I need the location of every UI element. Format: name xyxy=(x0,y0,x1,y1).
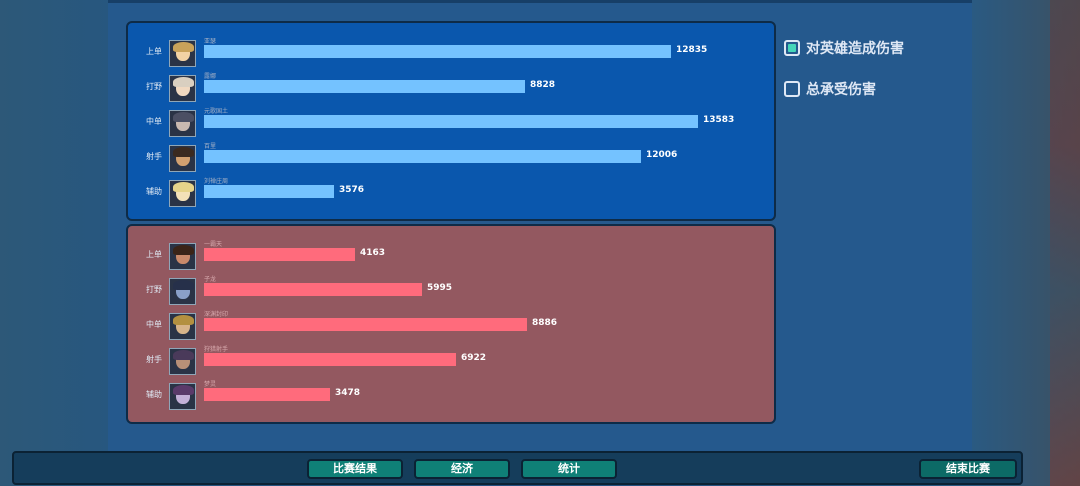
blue-team-panel: 上单 亚瑟 12835 打野 露娜 8828 中单 元歌国土 13583 射手 百里 12006 辅助 刘… xyxy=(126,21,776,221)
role-label: 打野 xyxy=(146,82,162,91)
hero-name: 露娜 xyxy=(204,73,217,80)
red-team-panel: 上单 一霸天 4163 打野 子龙 5995 中单 深渊封印 8886 射手 狩猎射手 6922 辅助 梦… xyxy=(126,224,776,424)
damage-value: 8886 xyxy=(532,318,558,328)
hero-damage-label: 对英雄造成伤害 xyxy=(806,41,904,57)
damage-bar xyxy=(204,80,525,93)
role-label: 射手 xyxy=(146,355,162,364)
hero-name: 百里 xyxy=(204,143,217,150)
hero-avatar-icon xyxy=(169,383,196,410)
hero-avatar-icon xyxy=(169,145,196,172)
hero-avatar-icon xyxy=(169,75,196,102)
hero-avatar-icon xyxy=(169,110,196,137)
damage-taken-toggle[interactable]: 总承受伤害 xyxy=(784,79,876,99)
blue-player-row: 打野 露娜 8828 xyxy=(128,73,774,105)
bottom-action-bar: 比赛结果 经济 统计 结束比赛 xyxy=(12,451,1023,485)
damage-bar xyxy=(204,318,527,331)
damage-bar xyxy=(204,283,422,296)
damage-value: 4163 xyxy=(360,248,386,258)
stats-button[interactable]: 统计 xyxy=(521,459,617,479)
role-label: 打野 xyxy=(146,285,162,294)
damage-value: 13583 xyxy=(703,115,735,125)
hero-avatar-icon xyxy=(169,348,196,375)
hero-name: 狩猎射手 xyxy=(204,346,229,353)
checkbox-checked-icon[interactable] xyxy=(784,40,800,56)
role-label: 上单 xyxy=(146,250,162,259)
role-label: 中单 xyxy=(146,117,162,126)
damage-bar xyxy=(204,353,456,366)
checkbox-empty-icon[interactable] xyxy=(784,81,800,97)
red-player-row: 打野 子龙 5995 xyxy=(128,276,774,308)
hero-name: 亚瑟 xyxy=(204,38,217,45)
damage-bar xyxy=(204,115,698,128)
damage-bar xyxy=(204,388,330,401)
hero-damage-toggle[interactable]: 对英雄造成伤害 xyxy=(784,38,904,58)
hero-avatar-icon xyxy=(169,40,196,67)
blue-player-row: 中单 元歌国土 13583 xyxy=(128,108,774,140)
damage-value: 12835 xyxy=(676,45,708,55)
blue-player-row: 上单 亚瑟 12835 xyxy=(128,38,774,70)
red-player-row: 辅助 梦灵 3478 xyxy=(128,381,774,413)
role-label: 上单 xyxy=(146,47,162,56)
economy-button[interactable]: 经济 xyxy=(414,459,510,479)
damage-bar xyxy=(204,150,641,163)
red-player-row: 射手 狩猎射手 6922 xyxy=(128,346,774,378)
hero-avatar-icon xyxy=(169,278,196,305)
role-label: 射手 xyxy=(146,152,162,161)
damage-bar xyxy=(204,185,334,198)
background-decoration xyxy=(1050,0,1080,486)
role-label: 中单 xyxy=(146,320,162,329)
blue-player-row: 辅助 刘禅庄周 3576 xyxy=(128,178,774,210)
hero-name: 刘禅庄周 xyxy=(204,178,229,185)
red-player-row: 上单 一霸天 4163 xyxy=(128,241,774,273)
blue-player-row: 射手 百里 12006 xyxy=(128,143,774,175)
damage-value: 12006 xyxy=(646,150,678,160)
role-label: 辅助 xyxy=(146,390,162,399)
red-player-row: 中单 深渊封印 8886 xyxy=(128,311,774,343)
damage-taken-label: 总承受伤害 xyxy=(806,82,876,98)
damage-bar xyxy=(204,248,355,261)
hero-name: 深渊封印 xyxy=(204,311,229,318)
hero-name: 一霸天 xyxy=(204,241,223,248)
damage-value: 3576 xyxy=(339,185,365,195)
damage-value: 3478 xyxy=(335,388,361,398)
role-label: 辅助 xyxy=(146,187,162,196)
hero-avatar-icon xyxy=(169,180,196,207)
hero-name: 元歌国土 xyxy=(204,108,229,115)
hero-avatar-icon xyxy=(169,243,196,270)
hero-avatar-icon xyxy=(169,313,196,340)
damage-value: 8828 xyxy=(530,80,556,90)
damage-value: 5995 xyxy=(427,283,453,293)
hero-name: 梦灵 xyxy=(204,381,217,388)
end-match-button[interactable]: 结束比赛 xyxy=(919,459,1017,479)
match-result-button[interactable]: 比赛结果 xyxy=(307,459,403,479)
hero-name: 子龙 xyxy=(204,276,217,283)
damage-value: 6922 xyxy=(461,353,487,363)
damage-bar xyxy=(204,45,671,58)
